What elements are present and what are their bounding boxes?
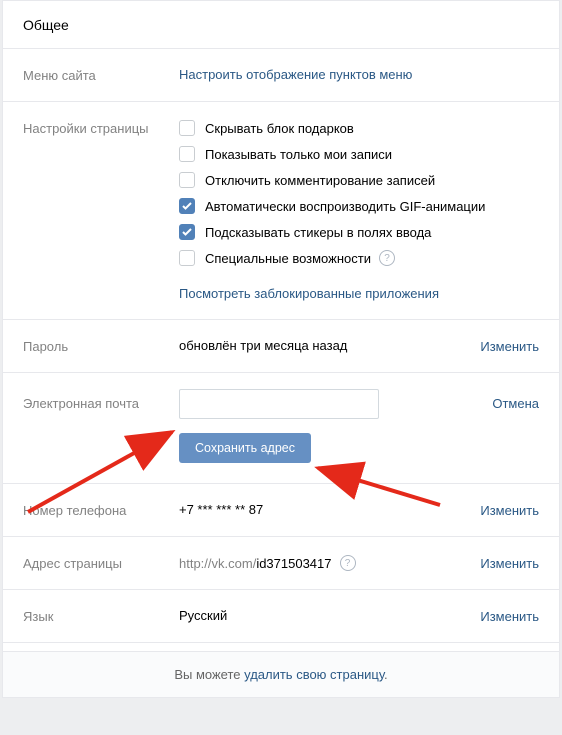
row-email: Электронная почта Сохранить адрес Отмена [3,373,559,484]
help-icon[interactable]: ? [379,250,395,266]
checkbox-hide-gifts[interactable]: Скрывать блок подарков [179,120,539,136]
checkbox-icon[interactable] [179,172,195,188]
checkbox-only-my-posts[interactable]: Показывать только мои записи [179,146,539,162]
checkbox-autoplay-gif[interactable]: Автоматически воспроизводить GIF-анимаци… [179,198,539,214]
row-site-menu: Меню сайта Настроить отображение пунктов… [3,49,559,102]
label-page-url: Адрес страницы [23,555,179,571]
checkbox-icon[interactable] [179,120,195,136]
row-phone: Номер телефона +7 *** *** ** 87 Изменить [3,484,559,537]
help-icon[interactable]: ? [340,555,356,571]
footer: Вы можете удалить свою страницу. [3,651,559,697]
save-email-button[interactable]: Сохранить адрес [179,433,311,463]
checkbox-label: Показывать только мои записи [205,147,392,162]
checkbox-label: Отключить комментирование записей [205,173,435,188]
label-language: Язык [23,608,179,624]
checkbox-icon[interactable] [179,250,195,266]
checkbox-disable-comments[interactable]: Отключить комментирование записей [179,172,539,188]
value-phone: +7 *** *** ** 87 [179,502,480,517]
row-language: Язык Русский Изменить [3,590,559,643]
label-phone: Номер телефона [23,502,179,518]
url-prefix: http://vk.com/ [179,556,256,571]
checkbox-label: Автоматически воспроизводить GIF-анимаци… [205,199,485,214]
checkbox-sticker-hints[interactable]: Подсказывать стикеры в полях ввода [179,224,539,240]
label-password: Пароль [23,338,179,354]
link-configure-menu[interactable]: Настроить отображение пунктов меню [179,67,539,82]
settings-panel: Общее Меню сайта Настроить отображение п… [2,0,560,698]
value-language: Русский [179,608,480,623]
label-email: Электронная почта [23,389,179,411]
footer-text: Вы можете [174,667,244,682]
link-delete-page[interactable]: удалить свою страницу [244,667,384,682]
link-change-password[interactable]: Изменить [480,339,539,354]
value-password: обновлён три месяца назад [179,338,480,353]
checkbox-icon[interactable] [179,198,195,214]
url-id: id371503417 [256,556,331,571]
email-input[interactable] [179,389,379,419]
checkbox-label: Скрывать блок подарков [205,121,354,136]
checkbox-accessibility[interactable]: Специальные возможности ? [179,250,539,266]
link-change-language[interactable]: Изменить [480,609,539,624]
row-page-settings: Настройки страницы Скрывать блок подарко… [3,102,559,320]
checkbox-label: Подсказывать стикеры в полях ввода [205,225,431,240]
checkbox-icon[interactable] [179,224,195,240]
label-site-menu: Меню сайта [23,67,179,83]
checkbox-icon[interactable] [179,146,195,162]
link-blocked-apps[interactable]: Посмотреть заблокированные приложения [179,286,439,301]
row-password: Пароль обновлён три месяца назад Изменит… [3,320,559,373]
link-change-url[interactable]: Изменить [480,556,539,571]
page-title: Общее [3,1,559,49]
link-cancel-email[interactable]: Отмена [492,396,539,411]
row-page-url: Адрес страницы http://vk.com/id371503417… [3,537,559,590]
label-page-settings: Настройки страницы [23,120,179,136]
link-change-phone[interactable]: Изменить [480,503,539,518]
footer-suffix: . [384,667,388,682]
checkbox-label: Специальные возможности [205,251,371,266]
